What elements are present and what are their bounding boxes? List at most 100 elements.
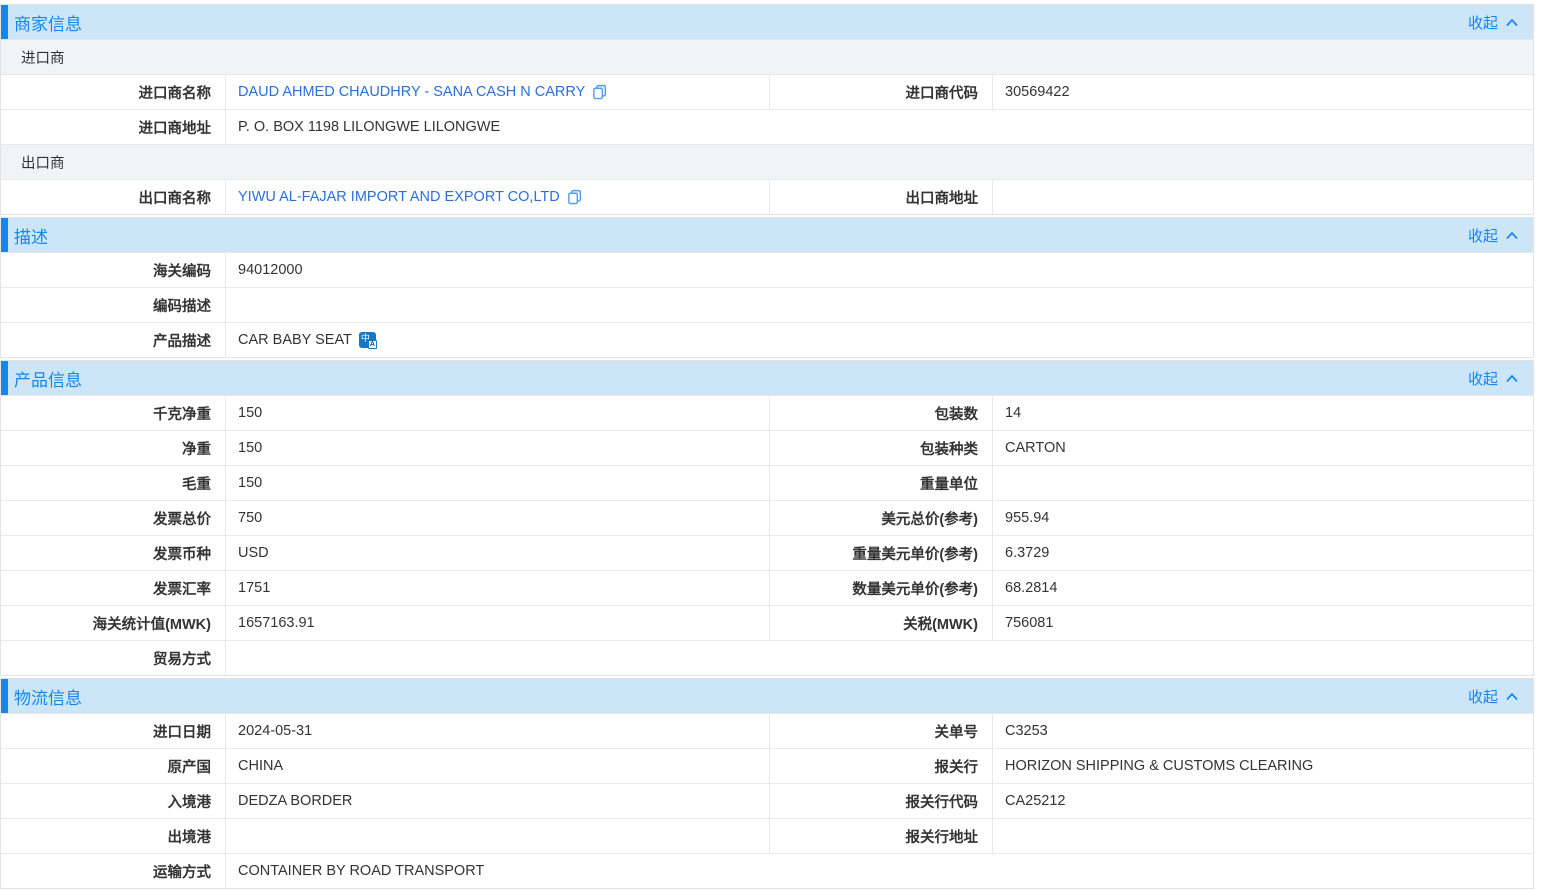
table-row: 发票汇率 1751 数量美元单价(参考) 68.2814 [1,570,1533,605]
code-description-value [225,288,1533,322]
package-count-value: 14 [992,396,1533,430]
hs-code-label: 海关编码 [1,253,225,287]
description-header: 描述 收起 [1,218,1533,252]
trade-mode-label: 贸易方式 [1,641,225,675]
usd-unit-price-weight-label: 重量美元单价(参考) [770,536,992,570]
transport-mode-value: CONTAINER BY ROAD TRANSPORT [225,854,1533,888]
collapse-label: 收起 [1468,12,1498,33]
table-row: 海关统计值(MWK) 1657163.91 关税(MWK) 756081 [1,605,1533,640]
table-row: 发票总价 750 美元总价(参考) 955.94 [1,500,1533,535]
importer-code-value: 30569422 [992,75,1533,109]
transport-mode-label: 运输方式 [1,854,225,888]
copy-icon[interactable] [592,84,607,100]
origin-country-label: 原产国 [1,749,225,783]
customs-entry-no-value: C3253 [992,714,1533,748]
logistics-info-section: 物流信息 收起 进口日期 2024-05-31 关单号 C3253 原产国 CH… [0,678,1534,889]
exit-port-value [225,819,769,853]
gross-weight-label: 毛重 [1,466,225,500]
section-title: 描述 [14,223,48,248]
invoice-total-label: 发票总价 [1,501,225,535]
package-type-label: 包装种类 [770,431,992,465]
importer-address-label: 进口商地址 [1,110,225,144]
customs-entry-no-label: 关单号 [770,714,992,748]
net-weight-label: 净重 [1,431,225,465]
chevron-up-icon [1505,231,1519,240]
collapse-button[interactable]: 收起 [1468,686,1519,707]
broker-code-value: CA25212 [992,784,1533,818]
invoice-currency-value: USD [225,536,769,570]
invoice-exchange-rate-value: 1751 [225,571,769,605]
chevron-up-icon [1505,692,1519,701]
merchant-info-header: 商家信息 收起 [1,5,1533,39]
table-row: 贸易方式 [1,640,1533,675]
origin-country-value: CHINA [225,749,769,783]
exporter-name-link[interactable]: YIWU AL-FAJAR IMPORT AND EXPORT CO,LTD [225,180,769,214]
entry-port-label: 入境港 [1,784,225,818]
collapse-button[interactable]: 收起 [1468,12,1519,33]
exporter-name-label: 出口商名称 [1,180,225,214]
table-row: 产品描述 CAR BABY SEAT 中 A [1,322,1533,357]
table-row: 进口商地址 P. O. BOX 1198 LILONGWE LILONGWE [1,109,1533,144]
section-title: 商家信息 [14,10,82,35]
chevron-up-icon [1505,374,1519,383]
logistics-info-header: 物流信息 收起 [1,679,1533,713]
weight-unit-label: 重量单位 [770,466,992,500]
table-row: 海关编码 94012000 [1,252,1533,287]
import-date-label: 进口日期 [1,714,225,748]
table-row: 毛重 150 重量单位 [1,465,1533,500]
usd-unit-price-weight-value: 6.3729 [992,536,1533,570]
invoice-exchange-rate-label: 发票汇率 [1,571,225,605]
table-row: 入境港 DEDZA BORDER 报关行代码 CA25212 [1,783,1533,818]
collapse-label: 收起 [1468,225,1498,246]
importer-name-link[interactable]: DAUD AHMED CHAUDHRY - SANA CASH N CARRY [225,75,769,109]
net-weight-value: 150 [225,431,769,465]
customs-broker-value: HORIZON SHIPPING & CUSTOMS CLEARING [992,749,1533,783]
package-count-label: 包装数 [770,396,992,430]
product-info-section: 产品信息 收起 千克净重 150 包装数 14 净重 150 [0,360,1534,676]
translate-icon[interactable]: 中 A [359,332,376,348]
accent-bar [1,5,8,39]
importer-code-label: 进口商代码 [770,75,992,109]
collapse-button[interactable]: 收起 [1468,225,1519,246]
package-type-value: CARTON [992,431,1533,465]
code-description-label: 编码描述 [1,288,225,322]
description-section: 描述 收起 海关编码 94012000 编码描述 产品描述 CAR BABY S… [0,217,1534,358]
table-row: 净重 150 包装种类 CARTON [1,430,1533,465]
table-row: 出境港 报关行地址 [1,818,1533,853]
duty-mwk-value: 756081 [992,606,1533,640]
product-description-value: CAR BABY SEAT 中 A [225,323,1533,357]
exporter-address-label: 出口商地址 [770,180,992,214]
table-row: 原产国 CHINA 报关行 HORIZON SHIPPING & CUSTOMS… [1,748,1533,783]
entry-port-value: DEDZA BORDER [225,784,769,818]
table-row: 进口日期 2024-05-31 关单号 C3253 [1,713,1533,748]
importer-subheader: 进口商 [1,39,1533,74]
collapse-button[interactable]: 收起 [1468,368,1519,389]
usd-total-label: 美元总价(参考) [770,501,992,535]
gross-weight-value: 150 [225,466,769,500]
product-description-label: 产品描述 [1,323,225,357]
broker-address-value [992,819,1533,853]
exporter-subheader: 出口商 [1,144,1533,179]
collapse-label: 收起 [1468,686,1498,707]
table-row: 进口商名称 DAUD AHMED CHAUDHRY - SANA CASH N … [1,74,1533,109]
merchant-info-section: 商家信息 收起 进口商 进口商名称 DAUD AHMED CHAUDHRY - … [0,4,1534,215]
weight-unit-value [992,466,1533,500]
table-row: 出口商名称 YIWU AL-FAJAR IMPORT AND EXPORT CO… [1,179,1533,214]
exit-port-label: 出境港 [1,819,225,853]
accent-bar [1,679,8,713]
invoice-total-value: 750 [225,501,769,535]
usd-unit-price-qty-value: 68.2814 [992,571,1533,605]
accent-bar [1,218,8,252]
table-row: 发票币种 USD 重量美元单价(参考) 6.3729 [1,535,1533,570]
invoice-currency-label: 发票币种 [1,536,225,570]
section-title: 物流信息 [14,684,82,709]
collapse-label: 收起 [1468,368,1498,389]
customs-stat-value-value: 1657163.91 [225,606,769,640]
product-info-header: 产品信息 收起 [1,361,1533,395]
broker-address-label: 报关行地址 [770,819,992,853]
section-title: 产品信息 [14,366,82,391]
trade-mode-value [225,641,1533,675]
importer-name-label: 进口商名称 [1,75,225,109]
table-row: 千克净重 150 包装数 14 [1,395,1533,430]
copy-icon[interactable] [567,189,582,205]
